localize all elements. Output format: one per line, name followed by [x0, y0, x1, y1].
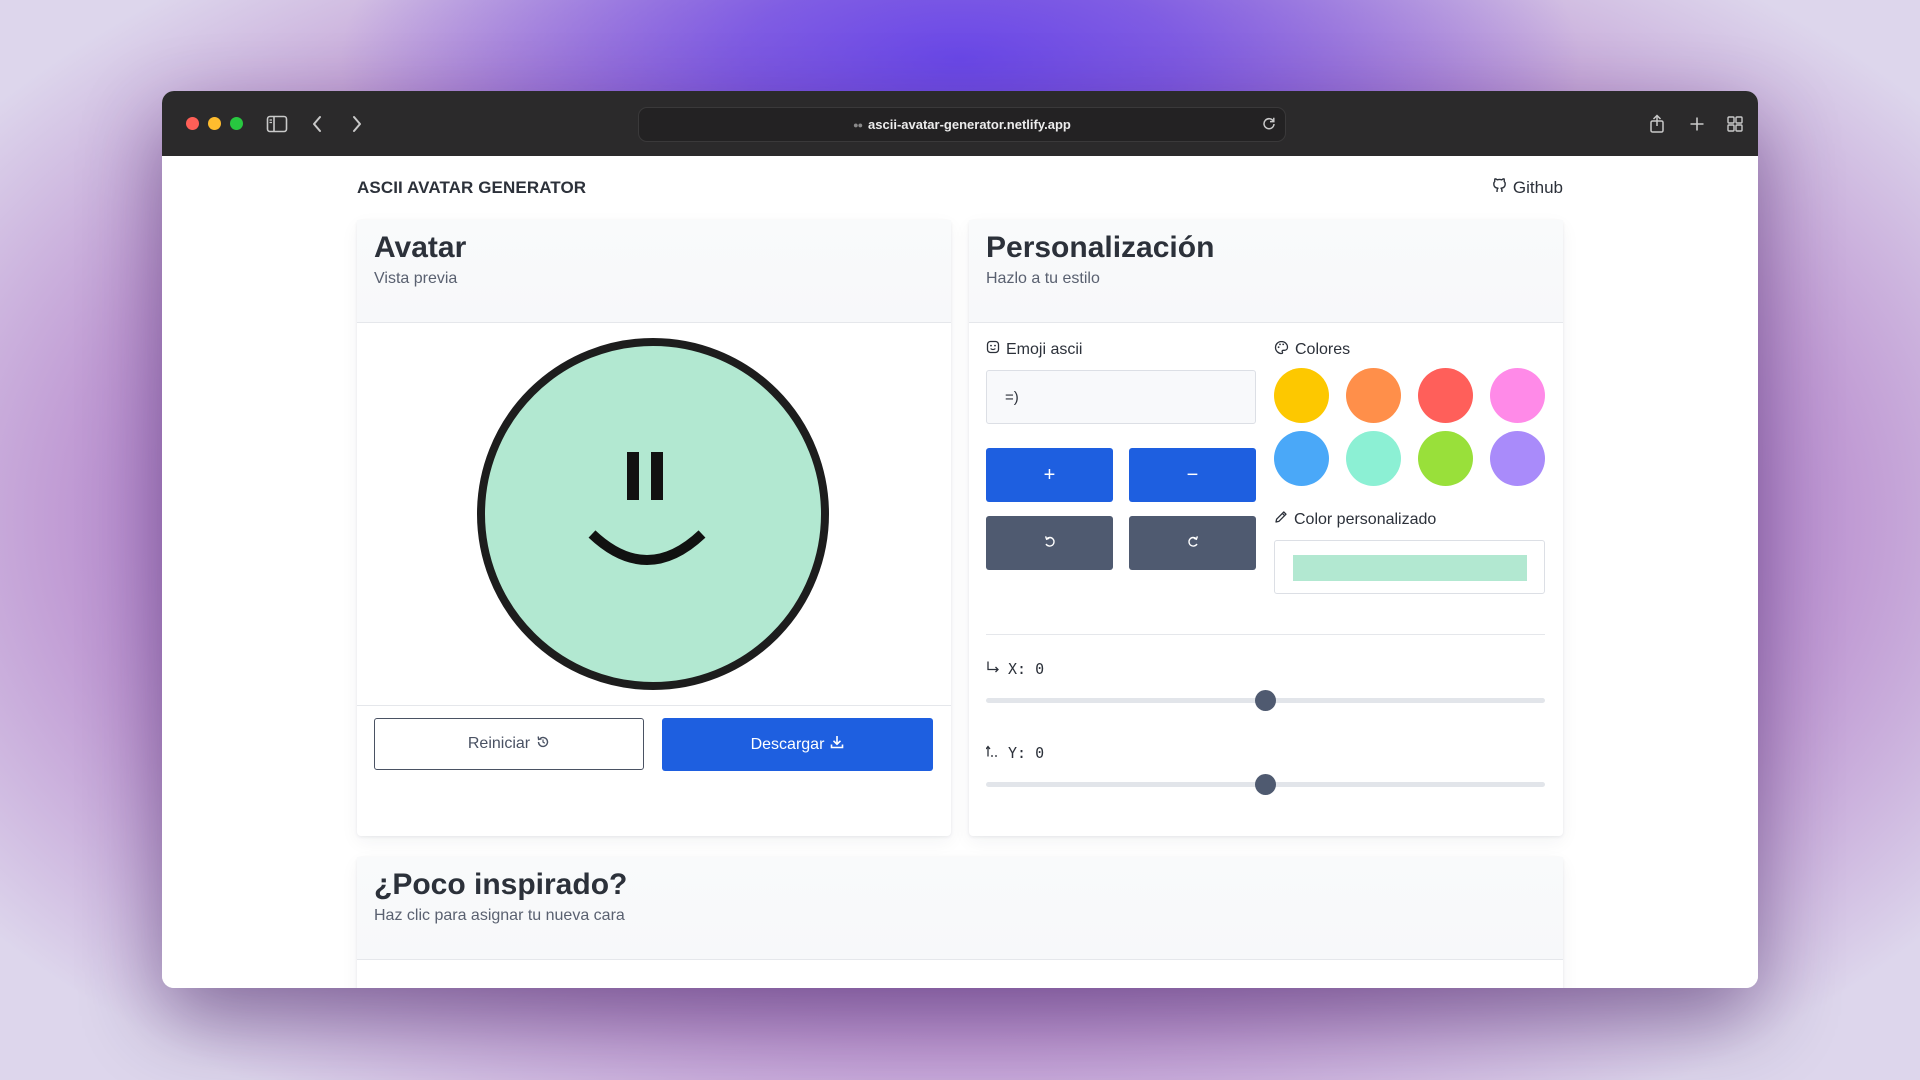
inspiration-card-subtitle: Haz clic para asignar tu nueva cara [374, 907, 625, 924]
forward-icon[interactable] [342, 109, 372, 139]
x-axis-label: X: 0 [986, 660, 1044, 678]
rotate-left-icon [1043, 532, 1057, 555]
custom-color-label-text: Color personalizado [1294, 510, 1437, 528]
pencil-icon [1274, 510, 1288, 529]
reload-icon[interactable] [1261, 115, 1277, 134]
colors-label-text: Colores [1295, 341, 1351, 358]
app-brand[interactable]: ASCII AVATAR GENERATOR [357, 178, 586, 198]
avatar-card: Avatar Vista previa Reiniciar Descargar [357, 220, 951, 836]
avatar-preview [477, 338, 829, 690]
download-label: Descargar [750, 735, 825, 753]
emoji-input-value: =) [1005, 388, 1019, 406]
y-slider-thumb[interactable] [1255, 774, 1276, 795]
download-icon [830, 735, 844, 754]
browser-titlebar: ●● ascii-avatar-generator.netlify.app [162, 91, 1758, 156]
reset-label: Reiniciar [467, 735, 531, 752]
section-divider [986, 634, 1545, 635]
rotate-left-button[interactable] [986, 516, 1113, 570]
reset-button[interactable]: Reiniciar [374, 718, 644, 770]
avatar-card-subtitle: Vista previa [374, 270, 458, 287]
x-label-text: X: 0 [1008, 660, 1045, 678]
custom-color-fill [1293, 555, 1527, 581]
maximize-window-button[interactable] [230, 117, 243, 130]
custom-color-picker[interactable] [1274, 540, 1545, 594]
custom-color-label: Color personalizado [1274, 510, 1436, 529]
page-content: ASCII AVATAR GENERATOR Github Avatar Vis… [162, 156, 1758, 988]
minus-label: − [1186, 463, 1199, 486]
new-tab-icon[interactable] [1682, 109, 1712, 139]
emoji-label-text: Emoji ascii [1006, 340, 1083, 358]
color-swatch-lavender[interactable] [1490, 431, 1545, 486]
customization-card: Personalización Hazlo a tu estilo Emoji … [969, 220, 1563, 836]
emoji-input[interactable]: =) [986, 370, 1256, 424]
palette-icon [1274, 340, 1289, 360]
customization-card-title: Personalización [986, 231, 1215, 264]
rotate-right-icon [1186, 532, 1200, 555]
customization-card-header: Personalización Hazlo a tu estilo [969, 220, 1563, 323]
github-link[interactable]: Github [1492, 177, 1563, 198]
github-label: Github [1512, 177, 1563, 197]
arrow-up-right-icon [985, 744, 1000, 762]
site-settings-icon: ●● [853, 119, 863, 130]
color-swatch-yellow[interactable] [1274, 368, 1329, 423]
color-swatch-blue[interactable] [1274, 431, 1329, 486]
y-axis-label: Y: 0 [985, 744, 1045, 762]
x-slider-thumb[interactable] [1255, 690, 1276, 711]
tab-overview-icon[interactable] [1720, 109, 1750, 139]
rotate-right-button[interactable] [1129, 516, 1256, 570]
avatar-card-header: Avatar Vista previa [357, 220, 951, 323]
address-url: ascii-avatar-generator.netlify.app [868, 117, 1071, 132]
github-icon [1492, 177, 1507, 198]
smiley-icon [986, 340, 1000, 359]
address-bar[interactable]: ●● ascii-avatar-generator.netlify.app [638, 107, 1286, 142]
download-button[interactable]: Descargar [662, 718, 933, 771]
avatar-actions: Reiniciar Descargar [357, 705, 951, 785]
color-swatch-pink[interactable] [1490, 368, 1545, 423]
inspiration-card: ¿Poco inspirado? Haz clic para asignar t… [357, 857, 1563, 988]
reset-icon [536, 735, 550, 754]
color-swatch-red[interactable] [1418, 368, 1473, 423]
plus-label: + [1043, 463, 1056, 486]
color-swatch-orange[interactable] [1346, 368, 1401, 423]
avatar-card-title: Avatar [374, 231, 467, 264]
minimize-window-button[interactable] [208, 117, 221, 130]
y-label-text: Y: 0 [1008, 744, 1045, 762]
emoji-face-icon [588, 452, 706, 565]
inspiration-card-title: ¿Poco inspirado? [374, 868, 628, 901]
share-icon[interactable] [1642, 109, 1672, 139]
browser-window: ●● ascii-avatar-generator.netlify.app AS… [162, 91, 1758, 988]
emoji-field-label: Emoji ascii [986, 340, 1082, 359]
increase-size-button[interactable]: + [986, 448, 1113, 502]
color-swatch-lime[interactable] [1418, 431, 1473, 486]
decrease-size-button[interactable]: − [1129, 448, 1256, 502]
color-swatch-mint[interactable] [1346, 431, 1401, 486]
sidebar-toggle-icon[interactable] [262, 109, 292, 139]
inspiration-card-header: ¿Poco inspirado? Haz clic para asignar t… [357, 857, 1563, 960]
close-window-button[interactable] [186, 117, 199, 130]
customization-card-subtitle: Hazlo a tu estilo [986, 270, 1100, 287]
arrow-down-right-icon [986, 660, 1000, 678]
colors-label: Colores [1274, 340, 1350, 360]
x-slider[interactable] [986, 690, 1545, 711]
y-slider[interactable] [986, 774, 1545, 795]
back-icon[interactable] [302, 109, 332, 139]
